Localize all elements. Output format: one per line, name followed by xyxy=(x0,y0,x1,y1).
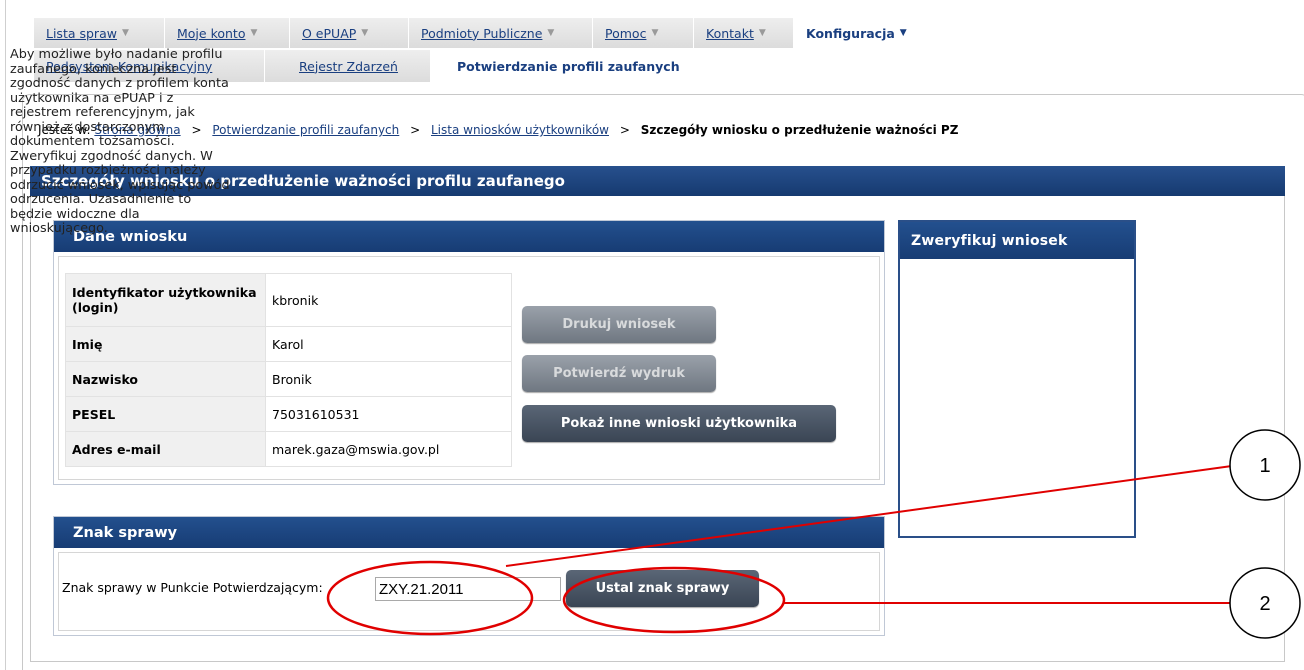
annotation-overlay: 1 2 xyxy=(326,429,1301,639)
highlight-ellipse-input xyxy=(326,560,534,636)
highlight-ellipse-button xyxy=(562,566,786,634)
callout-line-1 xyxy=(505,464,1240,567)
callout-number-2: 2 xyxy=(1259,593,1270,615)
callout-number-1: 1 xyxy=(1259,455,1270,477)
